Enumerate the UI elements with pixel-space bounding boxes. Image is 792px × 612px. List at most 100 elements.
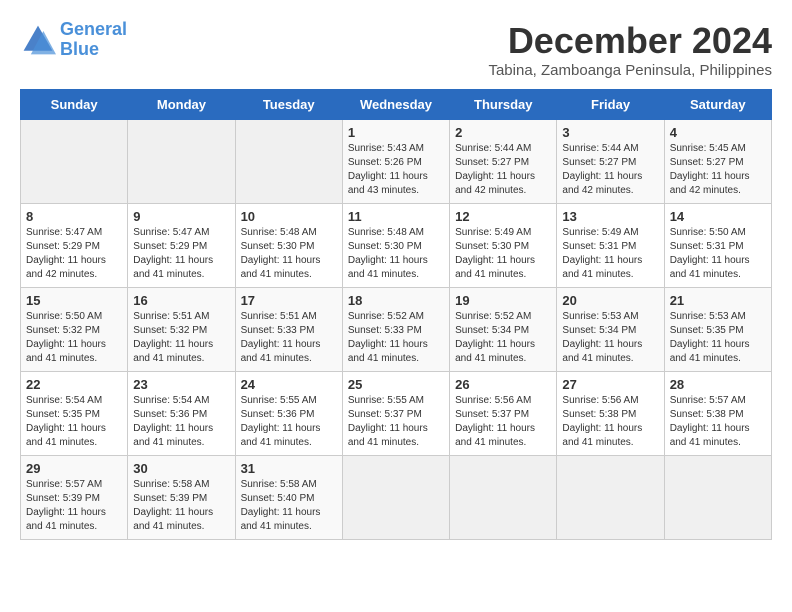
- day-number: 27: [562, 377, 658, 392]
- calendar-cell: [128, 120, 235, 204]
- calendar-cell: 4 Sunrise: 5:45 AMSunset: 5:27 PMDaylight…: [664, 120, 771, 204]
- calendar-week-4: 22 Sunrise: 5:54 AMSunset: 5:35 PMDayligh…: [21, 372, 772, 456]
- day-info: Sunrise: 5:58 AMSunset: 5:39 PMDaylight:…: [133, 479, 213, 532]
- calendar-cell: 26 Sunrise: 5:56 AMSunset: 5:37 PMDayligh…: [450, 372, 557, 456]
- day-number: 22: [26, 377, 122, 392]
- calendar-week-1: 1Sunrise: 5:43 AMSunset: 5:26 PMDaylight…: [21, 120, 772, 204]
- day-info: Sunrise: 5:53 AMSunset: 5:34 PMDaylight:…: [562, 311, 642, 364]
- calendar-cell: 9 Sunrise: 5:47 AMSunset: 5:29 PMDaylight…: [128, 204, 235, 288]
- main-title: December 2024: [488, 20, 772, 62]
- day-info: Sunrise: 5:56 AMSunset: 5:37 PMDaylight:…: [455, 395, 535, 448]
- calendar-cell: 15Sunrise: 5:50 AMSunset: 5:32 PMDayligh…: [21, 288, 128, 372]
- day-number: 12: [455, 209, 551, 224]
- day-number: 28: [670, 377, 766, 392]
- day-number: 4: [670, 125, 766, 140]
- logo-icon: [20, 22, 56, 58]
- day-info: Sunrise: 5:57 AMSunset: 5:38 PMDaylight:…: [670, 395, 750, 448]
- calendar-cell: 8 Sunrise: 5:47 AMSunset: 5:29 PMDaylight…: [21, 204, 128, 288]
- calendar-cell: 25 Sunrise: 5:55 AMSunset: 5:37 PMDayligh…: [342, 372, 449, 456]
- day-header-saturday: Saturday: [664, 90, 771, 120]
- day-number: 25: [348, 377, 444, 392]
- day-number: 15: [26, 293, 122, 308]
- calendar-week-3: 15Sunrise: 5:50 AMSunset: 5:32 PMDayligh…: [21, 288, 772, 372]
- day-number: 2: [455, 125, 551, 140]
- day-info: Sunrise: 5:54 AMSunset: 5:35 PMDaylight:…: [26, 395, 106, 448]
- day-info: Sunrise: 5:55 AMSunset: 5:37 PMDaylight:…: [348, 395, 428, 448]
- day-info: Sunrise: 5:43 AMSunset: 5:26 PMDaylight:…: [348, 143, 428, 196]
- day-number: 10: [241, 209, 337, 224]
- calendar-cell: 30 Sunrise: 5:58 AMSunset: 5:39 PMDayligh…: [128, 456, 235, 540]
- calendar-cell: 3 Sunrise: 5:44 AMSunset: 5:27 PMDaylight…: [557, 120, 664, 204]
- day-info: Sunrise: 5:52 AMSunset: 5:33 PMDaylight:…: [348, 311, 428, 364]
- day-info: Sunrise: 5:49 AMSunset: 5:31 PMDaylight:…: [562, 227, 642, 280]
- day-number: 23: [133, 377, 229, 392]
- day-info: Sunrise: 5:48 AMSunset: 5:30 PMDaylight:…: [241, 227, 321, 280]
- calendar-week-5: 29 Sunrise: 5:57 AMSunset: 5:39 PMDayligh…: [21, 456, 772, 540]
- calendar-cell: 13 Sunrise: 5:49 AMSunset: 5:31 PMDayligh…: [557, 204, 664, 288]
- day-number: 17: [241, 293, 337, 308]
- calendar-table: SundayMondayTuesdayWednesdayThursdayFrid…: [20, 89, 772, 540]
- day-number: 31: [241, 461, 337, 476]
- day-header-sunday: Sunday: [21, 90, 128, 120]
- calendar-cell: 18Sunrise: 5:52 AMSunset: 5:33 PMDayligh…: [342, 288, 449, 372]
- calendar-cell: 20 Sunrise: 5:53 AMSunset: 5:34 PMDayligh…: [557, 288, 664, 372]
- day-info: Sunrise: 5:58 AMSunset: 5:40 PMDaylight:…: [241, 479, 321, 532]
- day-number: 30: [133, 461, 229, 476]
- day-info: Sunrise: 5:48 AMSunset: 5:30 PMDaylight:…: [348, 227, 428, 280]
- subtitle: Tabina, Zamboanga Peninsula, Philippines: [488, 62, 772, 79]
- calendar-body: 1Sunrise: 5:43 AMSunset: 5:26 PMDaylight…: [21, 120, 772, 540]
- calendar-cell: 14 Sunrise: 5:50 AMSunset: 5:31 PMDayligh…: [664, 204, 771, 288]
- calendar-cell: 23Sunrise: 5:54 AMSunset: 5:36 PMDayligh…: [128, 372, 235, 456]
- calendar-cell: [21, 120, 128, 204]
- day-number: 29: [26, 461, 122, 476]
- calendar-cell: 19Sunrise: 5:52 AMSunset: 5:34 PMDayligh…: [450, 288, 557, 372]
- logo-text: General Blue: [60, 20, 127, 60]
- calendar-cell: 1Sunrise: 5:43 AMSunset: 5:26 PMDaylight…: [342, 120, 449, 204]
- day-number: 9: [133, 209, 229, 224]
- day-number: 26: [455, 377, 551, 392]
- calendar-cell: 10 Sunrise: 5:48 AMSunset: 5:30 PMDayligh…: [235, 204, 342, 288]
- day-number: 8: [26, 209, 122, 224]
- day-header-friday: Friday: [557, 90, 664, 120]
- calendar-header-row: SundayMondayTuesdayWednesdayThursdayFrid…: [21, 90, 772, 120]
- day-info: Sunrise: 5:47 AMSunset: 5:29 PMDaylight:…: [133, 227, 213, 280]
- day-info: Sunrise: 5:51 AMSunset: 5:33 PMDaylight:…: [241, 311, 321, 364]
- calendar-cell: 22 Sunrise: 5:54 AMSunset: 5:35 PMDayligh…: [21, 372, 128, 456]
- day-info: Sunrise: 5:49 AMSunset: 5:30 PMDaylight:…: [455, 227, 535, 280]
- day-info: Sunrise: 5:45 AMSunset: 5:27 PMDaylight:…: [670, 143, 750, 196]
- calendar-cell: 11 Sunrise: 5:48 AMSunset: 5:30 PMDayligh…: [342, 204, 449, 288]
- day-number: 21: [670, 293, 766, 308]
- calendar-cell: 16 Sunrise: 5:51 AMSunset: 5:32 PMDayligh…: [128, 288, 235, 372]
- day-number: 14: [670, 209, 766, 224]
- calendar-cell: 2 Sunrise: 5:44 AMSunset: 5:27 PMDaylight…: [450, 120, 557, 204]
- calendar-cell: [557, 456, 664, 540]
- day-info: Sunrise: 5:50 AMSunset: 5:31 PMDaylight:…: [670, 227, 750, 280]
- day-number: 3: [562, 125, 658, 140]
- calendar-week-2: 8 Sunrise: 5:47 AMSunset: 5:29 PMDaylight…: [21, 204, 772, 288]
- day-number: 11: [348, 209, 444, 224]
- day-info: Sunrise: 5:44 AMSunset: 5:27 PMDaylight:…: [562, 143, 642, 196]
- day-info: Sunrise: 5:51 AMSunset: 5:32 PMDaylight:…: [133, 311, 213, 364]
- calendar-cell: 28 Sunrise: 5:57 AMSunset: 5:38 PMDayligh…: [664, 372, 771, 456]
- calendar-cell: 31 Sunrise: 5:58 AMSunset: 5:40 PMDayligh…: [235, 456, 342, 540]
- day-number: 16: [133, 293, 229, 308]
- calendar-cell: 21 Sunrise: 5:53 AMSunset: 5:35 PMDayligh…: [664, 288, 771, 372]
- day-number: 19: [455, 293, 551, 308]
- day-header-thursday: Thursday: [450, 90, 557, 120]
- day-info: Sunrise: 5:53 AMSunset: 5:35 PMDaylight:…: [670, 311, 750, 364]
- calendar-cell: 27Sunrise: 5:56 AMSunset: 5:38 PMDayligh…: [557, 372, 664, 456]
- title-section: December 2024 Tabina, Zamboanga Peninsul…: [488, 20, 772, 79]
- calendar-cell: 12 Sunrise: 5:49 AMSunset: 5:30 PMDayligh…: [450, 204, 557, 288]
- day-number: 13: [562, 209, 658, 224]
- day-header-monday: Monday: [128, 90, 235, 120]
- calendar-cell: 17 Sunrise: 5:51 AMSunset: 5:33 PMDayligh…: [235, 288, 342, 372]
- calendar-cell: 29 Sunrise: 5:57 AMSunset: 5:39 PMDayligh…: [21, 456, 128, 540]
- calendar-cell: [342, 456, 449, 540]
- day-info: Sunrise: 5:57 AMSunset: 5:39 PMDaylight:…: [26, 479, 106, 532]
- day-info: Sunrise: 5:44 AMSunset: 5:27 PMDaylight:…: [455, 143, 535, 196]
- calendar-cell: [235, 120, 342, 204]
- day-number: 20: [562, 293, 658, 308]
- calendar-cell: [664, 456, 771, 540]
- day-info: Sunrise: 5:47 AMSunset: 5:29 PMDaylight:…: [26, 227, 106, 280]
- day-number: 24: [241, 377, 337, 392]
